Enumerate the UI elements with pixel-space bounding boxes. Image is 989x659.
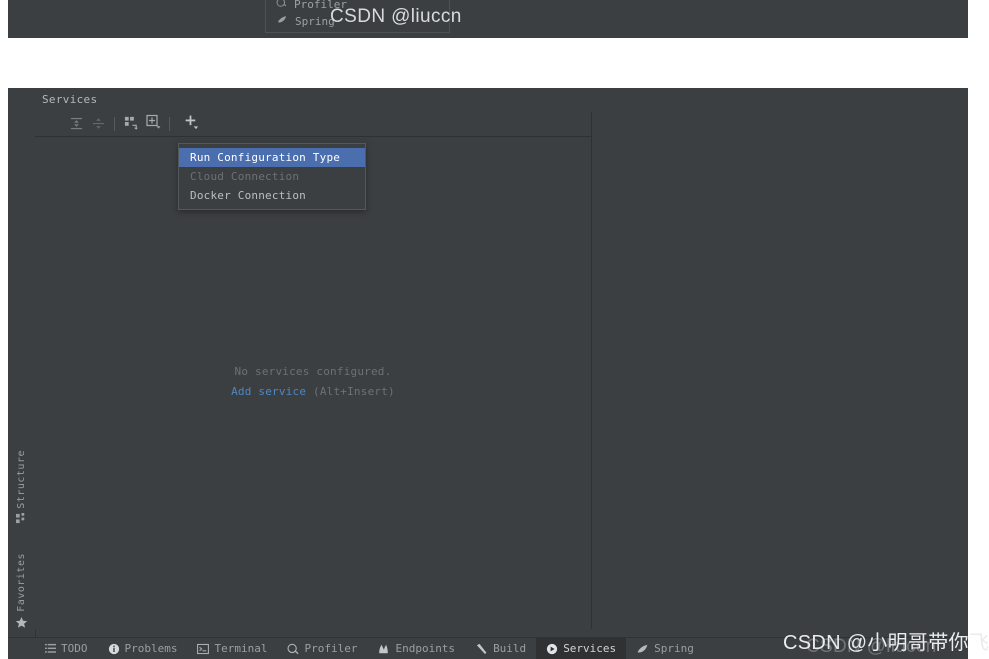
tab-build[interactable]: Build — [465, 638, 536, 659]
tab-label: Spring — [654, 642, 694, 655]
profiler-icon — [276, 0, 287, 11]
tab-spring[interactable]: Spring — [626, 638, 704, 659]
tab-label: Terminal — [214, 642, 268, 655]
group-by-button[interactable] — [120, 113, 142, 135]
services-tool-window: Structure Favorites Services Run Configu… — [8, 88, 968, 659]
top-cutoff-strip — [8, 0, 968, 38]
top-popup-item-profiler[interactable]: Profiler — [276, 0, 347, 12]
sidebar-item-label: Favorites — [16, 553, 27, 612]
spring-leaf-icon — [276, 14, 288, 28]
services-right-pane — [592, 112, 968, 629]
add-service-link[interactable]: Add service — [231, 385, 306, 398]
add-service-shortcut: (Alt+Insert) — [313, 385, 395, 398]
tab-problems[interactable]: Problems — [98, 638, 188, 659]
toolbar-separator-1 — [114, 117, 115, 131]
tab-label: Services — [563, 642, 617, 655]
page-title: Services — [42, 93, 98, 106]
tab-label: Build — [493, 642, 527, 655]
toolbar-separator-2 — [169, 117, 170, 131]
tab-profiler[interactable]: Profiler — [277, 638, 367, 659]
empty-state: No services configured. Add service (Alt… — [35, 362, 591, 402]
services-left-pane: Run Configuration Type Cloud Connection … — [35, 112, 592, 629]
hammer-icon — [475, 643, 488, 655]
add-configuration-button[interactable] — [142, 113, 164, 135]
menu-item-docker-connection[interactable]: Docker Connection — [179, 186, 365, 205]
group-by-icon — [124, 115, 139, 134]
tab-label: Problems — [124, 642, 178, 655]
add-service-menu[interactable]: Run Configuration Type Cloud Connection … — [178, 143, 366, 210]
screenshot-root: Profiler Spring CSDN @liuccn Structure F… — [0, 0, 989, 659]
menu-item-run-configuration-type[interactable]: Run Configuration Type — [179, 148, 365, 167]
collapse-all-icon — [92, 115, 105, 134]
add-frame-icon — [145, 114, 161, 134]
tab-services[interactable]: Services — [536, 637, 627, 659]
tab-label: TODO — [61, 642, 88, 655]
endpoints-icon — [377, 643, 390, 655]
terminal-icon — [197, 643, 210, 655]
tab-endpoints[interactable]: Endpoints — [367, 638, 465, 659]
star-icon — [15, 616, 28, 632]
structure-icon — [16, 512, 27, 527]
empty-state-action: Add service (Alt+Insert) — [35, 382, 591, 402]
services-toolbar — [35, 112, 591, 137]
plus-icon — [183, 114, 200, 135]
top-cutoff-popup[interactable]: Profiler Spring — [265, 0, 450, 33]
list-icon — [45, 643, 56, 654]
tab-label: Endpoints — [395, 642, 456, 655]
profiler-icon — [287, 643, 300, 655]
services-content: Run Configuration Type Cloud Connection … — [35, 112, 968, 629]
tab-terminal[interactable]: Terminal — [187, 638, 277, 659]
tab-todo[interactable]: TODO — [35, 638, 98, 659]
spring-leaf-icon — [636, 643, 649, 655]
play-circle-icon — [546, 643, 558, 655]
sidebar-item-structure[interactable]: Structure — [8, 450, 35, 527]
tab-label: Profiler — [304, 642, 358, 655]
expand-all-button[interactable] — [65, 113, 87, 135]
empty-state-message: No services configured. — [234, 365, 392, 378]
info-circle-icon — [108, 643, 120, 655]
add-service-button[interactable] — [180, 113, 202, 135]
top-popup-label: Spring — [295, 14, 335, 28]
collapse-all-button[interactable] — [87, 113, 109, 135]
bottom-tool-tabbar: TODO Problems Terminal Profiler Endpoint… — [8, 637, 968, 659]
top-popup-label: Profiler — [294, 0, 347, 11]
panel-header: Services — [35, 88, 968, 113]
sidebar-item-label: Structure — [16, 450, 27, 509]
sidebar-item-favorites[interactable]: Favorites — [8, 553, 35, 632]
top-popup-item-spring[interactable]: Spring — [276, 13, 335, 29]
expand-all-icon — [70, 115, 83, 134]
left-sidebar-strip: Structure Favorites — [8, 88, 36, 659]
menu-item-cloud-connection[interactable]: Cloud Connection — [179, 167, 365, 186]
